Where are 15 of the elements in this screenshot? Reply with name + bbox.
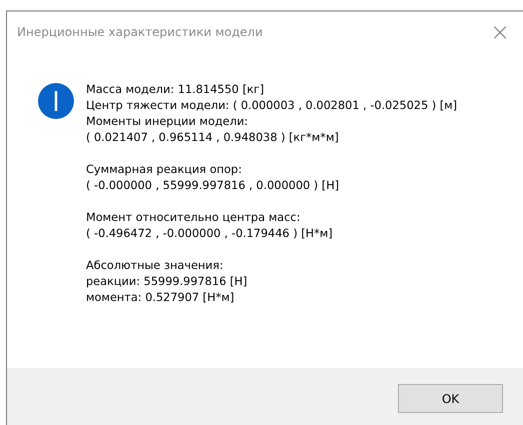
message-line: Момент относительно центра масс:	[86, 210, 302, 226]
message-line: реакции: 55999.997816 [Н]	[86, 274, 248, 290]
window-title: Инерционные характеристики модели	[17, 25, 263, 39]
message-line: Центр тяжести модели: ( 0.000003 , 0.002801 , -0.025025 ) [м]	[86, 98, 458, 114]
message-line: ( -0.000000 , 55999.997816 , 0.000000 ) [Н]	[86, 178, 340, 194]
message-line: Суммарная реакция опор:	[86, 162, 243, 178]
message-line: Моменты инерции модели:	[86, 114, 249, 130]
message-line: момента: 0.527907 [Н*м]	[86, 290, 236, 306]
info-icon	[38, 83, 74, 119]
close-button[interactable]: ×	[477, 16, 523, 48]
message-line: Масса модели: 11.814550 [кг]	[86, 82, 266, 98]
message-line: ( 0.021407 , 0.965114 , 0.948038 ) [кг*м*м]	[86, 130, 340, 146]
message-line: ( -0.496472 , -0.000000 , -0.179446 ) [Н*м]	[86, 226, 334, 242]
message-line: Абсолютные значения:	[86, 258, 224, 274]
ok-button[interactable]: OK	[398, 384, 503, 413]
